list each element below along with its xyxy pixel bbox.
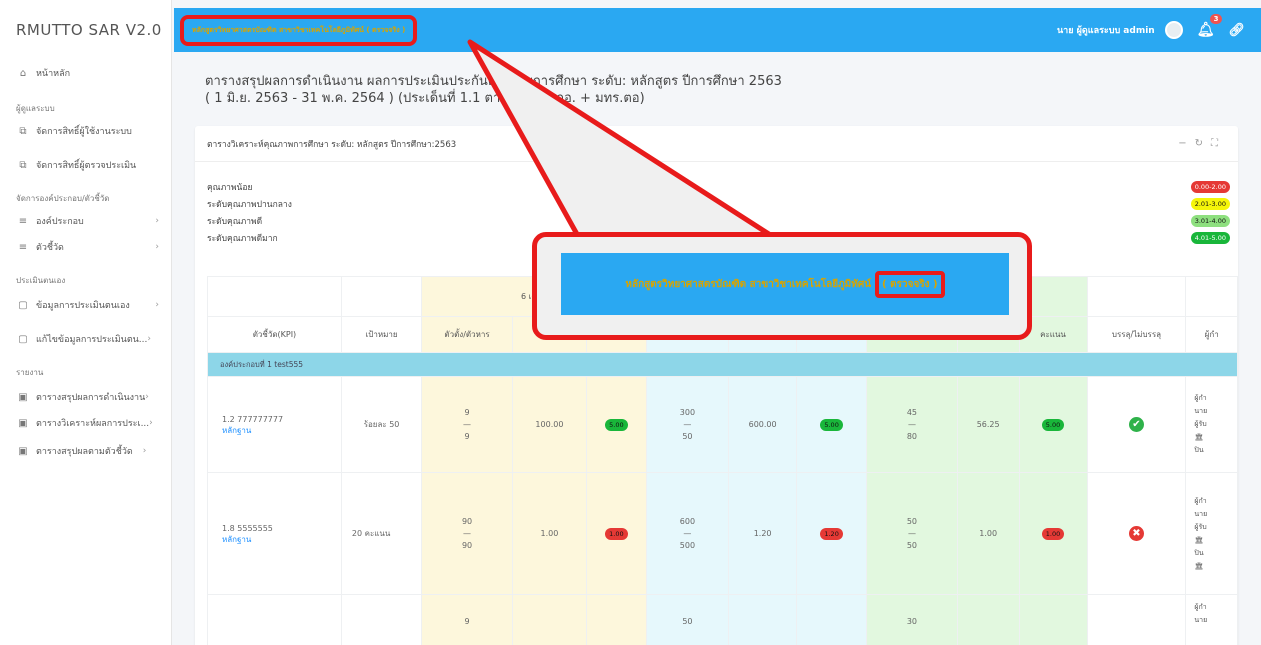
callout-highlight: ( ตรวจจริง ) xyxy=(875,270,945,298)
callout-pointer-shape xyxy=(467,39,775,239)
zoom-callout: หลักสูตรวิทยาศาสตรบัณฑิต สาขาวิชาเทคโนโล… xyxy=(532,232,1032,340)
callout-text: หลักสูตรวิทยาศาสตรบัณฑิต สาขาวิชาเทคโนโล… xyxy=(625,278,872,290)
callout-zoomed-breadcrumb: หลักสูตรวิทยาศาสตรบัณฑิต สาขาวิชาเทคโนโล… xyxy=(561,253,1009,315)
